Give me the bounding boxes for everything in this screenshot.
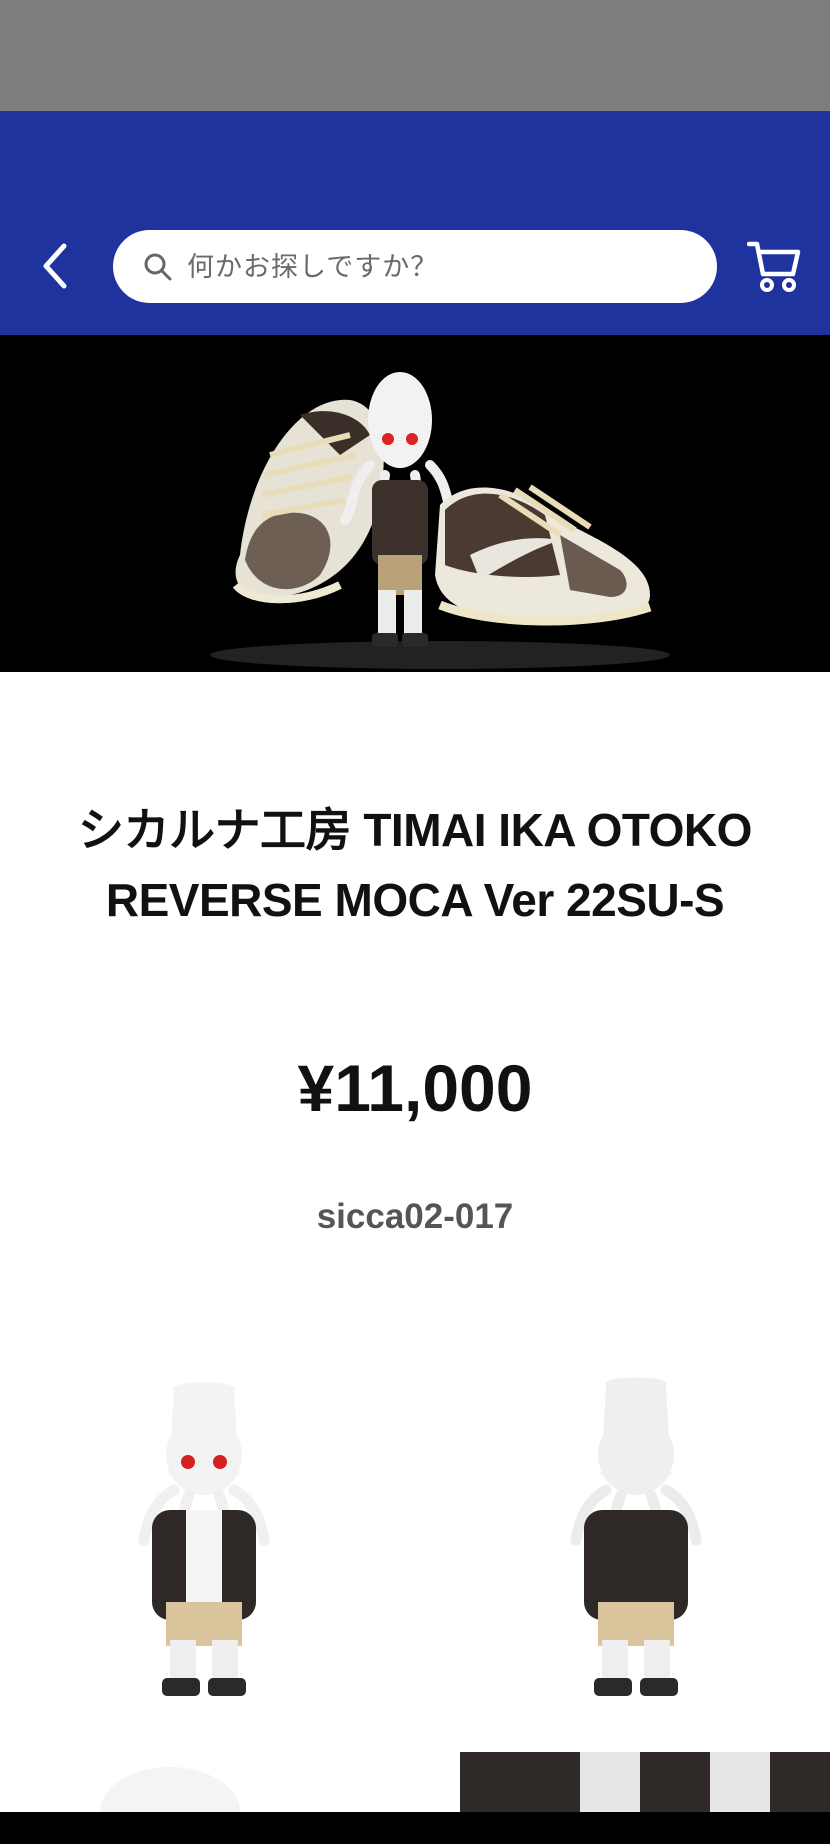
cart-icon bbox=[746, 241, 801, 292]
search-input[interactable] bbox=[185, 242, 689, 292]
product-price: ¥11,000 bbox=[297, 1051, 533, 1125]
product-thumbnail-4[interactable] bbox=[460, 1752, 830, 1812]
product-title-line-1: シカルナ工房 TIMAI IKA OTOKO bbox=[78, 804, 752, 856]
hero-product-image[interactable] bbox=[0, 335, 830, 672]
product-thumbnail-back[interactable] bbox=[536, 1370, 736, 1700]
product-title-line-2: REVERSE MOCA Ver 22SU-S bbox=[105, 874, 725, 926]
figure-back-image bbox=[570, 1377, 702, 1696]
search-bar[interactable] bbox=[113, 230, 717, 303]
product-title: シカルナ工房 TIMAI IKA OTOKO REVERSE MOCA Ver … bbox=[30, 795, 800, 935]
product-thumbnail-3[interactable] bbox=[90, 1752, 250, 1812]
cart-button[interactable] bbox=[746, 238, 801, 296]
figure-closeup-image bbox=[100, 1767, 240, 1812]
product-thumbnail-front[interactable] bbox=[104, 1370, 304, 1700]
product-sku: sicca02-017 bbox=[316, 1197, 514, 1236]
system-nav-bar bbox=[0, 1812, 830, 1844]
chevron-left-icon bbox=[43, 243, 67, 289]
figure-front-image bbox=[138, 1382, 270, 1696]
search-icon bbox=[144, 253, 172, 281]
back-button[interactable] bbox=[30, 236, 80, 296]
hero-image bbox=[0, 335, 830, 672]
figure-detail-image bbox=[460, 1752, 830, 1812]
status-bar bbox=[0, 0, 830, 111]
